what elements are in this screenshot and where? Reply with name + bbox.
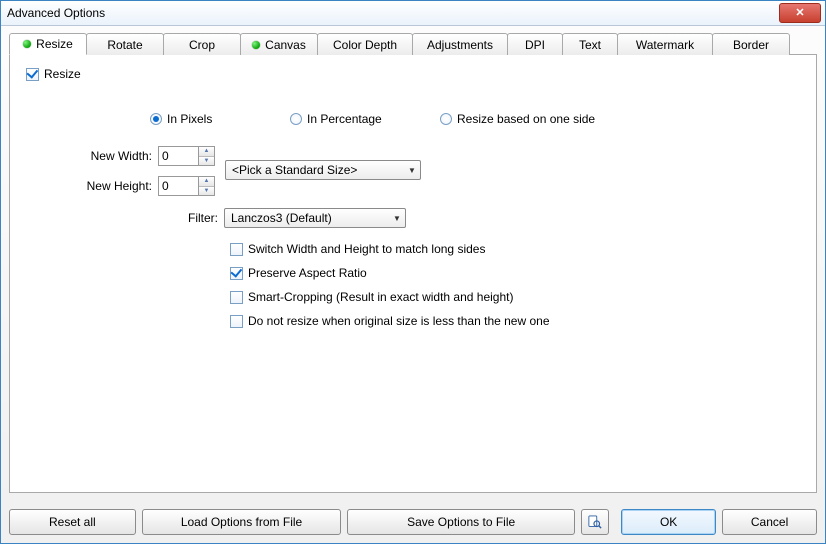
ok-button[interactable]: OK bbox=[621, 509, 716, 535]
spinner-down-icon[interactable]: ▼ bbox=[199, 156, 214, 166]
tab-label: Rotate bbox=[107, 38, 142, 52]
width-spinner[interactable]: ▲ ▼ bbox=[198, 146, 215, 166]
close-icon: ✕ bbox=[795, 8, 804, 19]
spinner-up-icon[interactable]: ▲ bbox=[199, 147, 214, 156]
tab-label: Text bbox=[579, 38, 601, 52]
checkbox-icon bbox=[230, 267, 243, 280]
standard-size-text: <Pick a Standard Size> bbox=[226, 163, 404, 177]
tab-dpi[interactable]: DPI bbox=[507, 33, 563, 55]
mode-percent-label: In Percentage bbox=[307, 112, 382, 126]
content-area: Resize Rotate Crop Canvas Color Depth Adjustm… bbox=[1, 26, 825, 501]
preview-button[interactable] bbox=[581, 509, 609, 535]
active-dot-icon bbox=[23, 40, 31, 48]
tab-canvas[interactable]: Canvas bbox=[240, 33, 318, 55]
active-dot-icon bbox=[252, 41, 260, 49]
tab-border[interactable]: Border bbox=[712, 33, 790, 55]
tab-crop[interactable]: Crop bbox=[163, 33, 241, 55]
new-height-input[interactable]: ▲ ▼ bbox=[158, 176, 215, 196]
spinner-up-icon[interactable]: ▲ bbox=[199, 177, 214, 186]
cancel-button[interactable]: Cancel bbox=[722, 509, 817, 535]
radio-icon bbox=[440, 113, 452, 125]
load-options-button[interactable]: Load Options from File bbox=[142, 509, 342, 535]
tab-rotate[interactable]: Rotate bbox=[86, 33, 164, 55]
new-width-label: New Width: bbox=[82, 149, 152, 163]
standard-size-combo[interactable]: <Pick a Standard Size> ▼ bbox=[225, 160, 421, 180]
mode-pixels-radio[interactable]: In Pixels bbox=[150, 112, 290, 126]
advanced-options-window: Advanced Options ✕ Resize Rotate Crop Canva… bbox=[0, 0, 826, 544]
spinner-down-icon[interactable]: ▼ bbox=[199, 186, 214, 196]
checkbox-icon bbox=[26, 68, 39, 81]
mode-oneside-label: Resize based on one side bbox=[457, 112, 595, 126]
opt-switch-label: Switch Width and Height to match long si… bbox=[248, 242, 485, 256]
opt-smart-label: Smart-Cropping (Result in exact width an… bbox=[248, 290, 513, 304]
tab-resize[interactable]: Resize bbox=[9, 33, 87, 55]
resize-enable-checkbox[interactable]: Resize bbox=[26, 67, 81, 81]
new-width-input[interactable]: ▲ ▼ bbox=[158, 146, 215, 166]
filter-label: Filter: bbox=[183, 211, 218, 225]
opt-noshrink-label: Do not resize when original size is less… bbox=[248, 314, 550, 328]
tab-bar: Resize Rotate Crop Canvas Color Depth Adjustm… bbox=[9, 32, 817, 55]
tab-label: Resize bbox=[36, 37, 73, 51]
checkbox-icon bbox=[230, 243, 243, 256]
opt-aspect-checkbox[interactable]: Preserve Aspect Ratio bbox=[230, 266, 806, 280]
tab-label: Color Depth bbox=[333, 38, 397, 52]
filter-combo[interactable]: Lanczos3 (Default) ▼ bbox=[224, 208, 406, 228]
mode-oneside-radio[interactable]: Resize based on one side bbox=[440, 112, 595, 126]
resize-enable-label: Resize bbox=[44, 67, 81, 81]
tab-adjustments[interactable]: Adjustments bbox=[412, 33, 508, 55]
height-spinner[interactable]: ▲ ▼ bbox=[198, 176, 215, 196]
checkbox-icon bbox=[230, 315, 243, 328]
new-width-field[interactable] bbox=[158, 146, 198, 166]
chevron-down-icon: ▼ bbox=[389, 214, 405, 223]
chevron-down-icon: ▼ bbox=[404, 166, 420, 175]
resize-options: Switch Width and Height to match long si… bbox=[230, 242, 806, 328]
opt-smart-checkbox[interactable]: Smart-Cropping (Result in exact width an… bbox=[230, 290, 806, 304]
tab-label: DPI bbox=[525, 38, 545, 52]
checkbox-icon bbox=[230, 291, 243, 304]
filter-value-text: Lanczos3 (Default) bbox=[225, 211, 389, 225]
window-title: Advanced Options bbox=[7, 6, 779, 20]
new-height-field[interactable] bbox=[158, 176, 198, 196]
radio-icon bbox=[150, 113, 162, 125]
button-bar: Reset all Load Options from File Save Op… bbox=[1, 501, 825, 543]
tab-color-depth[interactable]: Color Depth bbox=[317, 33, 413, 55]
tab-label: Canvas bbox=[265, 38, 306, 52]
tab-watermark[interactable]: Watermark bbox=[617, 33, 713, 55]
reset-all-button[interactable]: Reset all bbox=[9, 509, 136, 535]
tab-text[interactable]: Text bbox=[562, 33, 618, 55]
resize-panel: Resize In Pixels In Percentage Resize ba… bbox=[9, 55, 817, 493]
tab-label: Adjustments bbox=[427, 38, 493, 52]
radio-icon bbox=[290, 113, 302, 125]
opt-noshrink-checkbox[interactable]: Do not resize when original size is less… bbox=[230, 314, 806, 328]
magnifier-icon bbox=[588, 515, 602, 529]
opt-switch-checkbox[interactable]: Switch Width and Height to match long si… bbox=[230, 242, 806, 256]
tab-label: Watermark bbox=[636, 38, 694, 52]
titlebar: Advanced Options ✕ bbox=[1, 1, 825, 26]
new-height-label: New Height: bbox=[82, 179, 152, 193]
close-button[interactable]: ✕ bbox=[779, 3, 821, 23]
opt-aspect-label: Preserve Aspect Ratio bbox=[248, 266, 367, 280]
tab-label: Border bbox=[733, 38, 769, 52]
tab-label: Crop bbox=[189, 38, 215, 52]
save-options-button[interactable]: Save Options to File bbox=[347, 509, 575, 535]
mode-percent-radio[interactable]: In Percentage bbox=[290, 112, 440, 126]
mode-pixels-label: In Pixels bbox=[167, 112, 212, 126]
